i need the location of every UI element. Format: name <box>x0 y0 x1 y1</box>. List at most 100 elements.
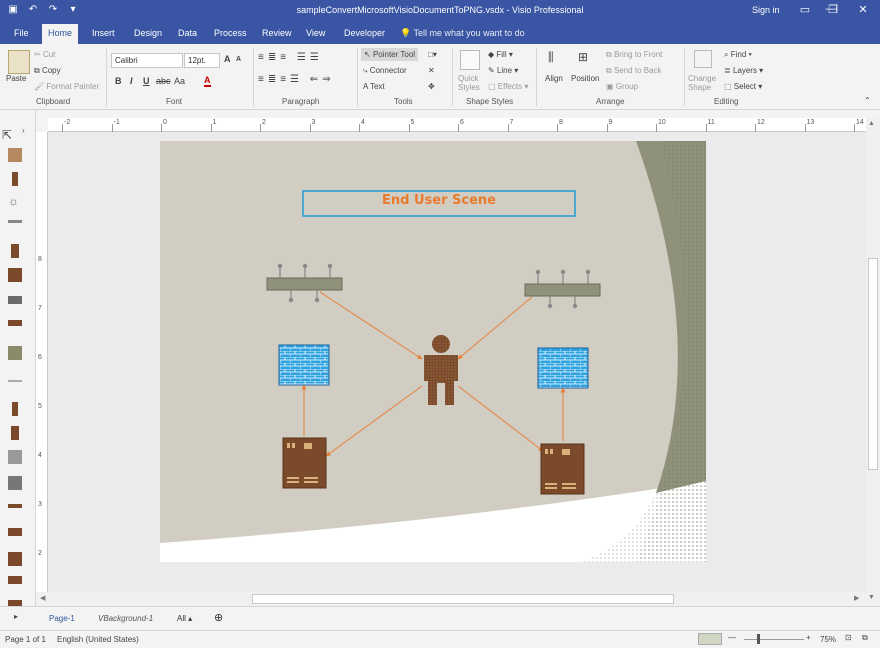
vertical-scrollbar[interactable]: ▲ ▼ <box>866 118 880 606</box>
page-number-status[interactable]: Page 1 of 1 <box>5 635 46 644</box>
grow-font-button[interactable]: A <box>224 54 231 64</box>
zoom-slider-thumb[interactable] <box>757 634 760 644</box>
collapse-ribbon-icon[interactable]: ⌃ <box>864 96 871 105</box>
page-nav-icon[interactable]: ▸ <box>14 612 18 621</box>
stencil-shape-icon[interactable] <box>8 148 22 162</box>
vertical-align-icons[interactable]: ≡≣≡ ☰☰ <box>258 52 323 63</box>
layers-button[interactable]: ≣ Layers ▾ <box>724 66 763 75</box>
copy-button[interactable]: ⧉ Copy <box>34 66 61 76</box>
stencil-shape-icon[interactable] <box>8 220 22 223</box>
stencil-shape-icon[interactable] <box>8 552 22 566</box>
tab-design[interactable]: Design <box>128 26 168 44</box>
scroll-up-icon[interactable]: ▲ <box>868 120 875 127</box>
cut-button[interactable]: ✂ Cut <box>34 50 55 59</box>
ruler-tick-label: 13 <box>806 119 815 126</box>
align-button[interactable]: Align <box>545 74 563 83</box>
stencil-shape-icon[interactable] <box>8 528 22 536</box>
close-icon[interactable]: ✕ <box>848 3 878 16</box>
switch-windows-icon[interactable]: ⧉ <box>862 633 868 643</box>
bold-button[interactable]: B <box>115 76 122 86</box>
building-left[interactable] <box>282 437 327 489</box>
select-button[interactable]: ⬚ Select ▾ <box>724 82 762 91</box>
tab-page-1[interactable]: Page-1 <box>49 614 75 623</box>
stencil-shape-icon[interactable] <box>11 426 19 440</box>
font-family-select[interactable]: Calibri <box>111 53 183 68</box>
underline-button[interactable]: U <box>143 76 150 86</box>
stencil-shape-icon[interactable] <box>8 380 22 382</box>
quick-styles-icon[interactable] <box>460 50 480 70</box>
quick-styles-button[interactable]: Quick Styles <box>458 74 486 92</box>
fit-window-icon[interactable]: ⊡ <box>845 633 852 642</box>
language-status[interactable]: English (United States) <box>57 635 139 644</box>
horizontal-scroll-thumb[interactable] <box>252 594 674 604</box>
tab-home[interactable]: Home <box>42 24 79 44</box>
tab-developer[interactable]: Developer <box>338 26 391 44</box>
copy-label: Copy <box>41 66 61 75</box>
expand-shapes-icon[interactable]: › <box>22 126 25 135</box>
zoom-out-icon[interactable]: — <box>728 633 736 642</box>
horizontal-align-icons[interactable]: ≡≣≡☰ ⇐⇒ <box>258 74 335 85</box>
stencil-shape-icon[interactable] <box>8 268 22 282</box>
connection-point-icon[interactable]: ✥ <box>428 82 435 91</box>
text-tool-button[interactable]: A Text <box>363 82 385 91</box>
tab-view[interactable]: View <box>300 26 331 44</box>
strikethrough-button[interactable]: abc <box>156 76 171 86</box>
stencil-shape-icon[interactable] <box>8 320 22 326</box>
restore-icon[interactable]: ❐ <box>818 3 848 16</box>
line-button[interactable]: ✎ Line ▾ <box>488 66 518 75</box>
scroll-down-icon[interactable]: ▼ <box>868 594 875 601</box>
stencil-shape-icon[interactable]: ☼ <box>8 194 19 208</box>
tab-file[interactable]: File <box>8 26 35 44</box>
firewall-left[interactable] <box>278 344 330 386</box>
add-page-icon[interactable]: ⊕ <box>214 611 223 624</box>
building-right[interactable] <box>540 443 585 495</box>
position-button[interactable]: Position <box>571 74 599 83</box>
paste-button[interactable]: Paste <box>6 74 26 83</box>
zoom-in-icon[interactable]: + <box>806 633 811 642</box>
zoom-level[interactable]: 75% <box>820 635 836 644</box>
tab-data[interactable]: Data <box>172 26 203 44</box>
format-painter-button[interactable]: 🖌 Format Painter <box>34 82 99 91</box>
fill-button[interactable]: ◆ Fill ▾ <box>488 50 513 59</box>
drawing-page[interactable]: End User Scene <box>160 141 706 562</box>
group-button[interactable]: ▣ Group <box>606 82 638 91</box>
find-button[interactable]: ⌕ Find ▾ <box>724 50 752 60</box>
firewall-right[interactable] <box>537 347 589 389</box>
change-shape-button[interactable]: Change Shape <box>688 74 718 92</box>
sign-in-link[interactable]: Sign in <box>752 5 780 15</box>
change-case-button[interactable]: Aa <box>174 76 185 86</box>
all-pages-button[interactable]: All ▴ <box>177 614 192 623</box>
stencil-shape-icon[interactable] <box>8 450 22 464</box>
close-x-icon[interactable]: ✕ <box>428 66 435 75</box>
tab-review[interactable]: Review <box>256 26 298 44</box>
vertical-scroll-thumb[interactable] <box>868 258 878 470</box>
clipboard-paste-icon[interactable] <box>8 50 30 74</box>
fit-page-icon[interactable] <box>698 633 722 645</box>
stencil-shape-icon[interactable] <box>8 346 22 360</box>
stencil-shape-icon[interactable] <box>11 244 19 258</box>
tab-insert[interactable]: Insert <box>86 26 121 44</box>
stencil-shape-icon[interactable] <box>8 476 22 490</box>
effects-button[interactable]: ▢ Effects ▾ <box>488 82 528 91</box>
font-color-button[interactable]: A <box>204 76 211 87</box>
stencil-shape-icon[interactable] <box>8 576 22 584</box>
scroll-left-icon[interactable]: ◀ <box>40 594 45 602</box>
horizontal-scrollbar[interactable]: ◀ ▶ <box>36 592 866 606</box>
stencil-shape-icon[interactable] <box>8 296 22 304</box>
pointer-tool-button[interactable]: ↖ Pointer Tool <box>361 48 419 61</box>
stencil-shape-icon[interactable] <box>8 504 22 508</box>
scroll-right-icon[interactable]: ▶ <box>854 594 859 602</box>
shrink-font-button[interactable]: A <box>236 56 241 63</box>
rectangle-shape-icon[interactable]: □▾ <box>428 50 437 59</box>
stencil-shape-icon[interactable] <box>12 402 18 416</box>
zoom-slider[interactable] <box>744 639 804 640</box>
stencil-shape-icon[interactable] <box>12 172 18 186</box>
tell-me-box[interactable]: 💡 Tell me what you want to do <box>400 28 525 39</box>
bring-to-front-button[interactable]: ⧉ Bring to Front <box>606 50 662 60</box>
tab-process[interactable]: Process <box>208 26 253 44</box>
connector-button[interactable]: ⤷ Connector <box>363 66 407 76</box>
send-to-back-button[interactable]: ⧉ Send to Back <box>606 66 662 76</box>
font-size-select[interactable]: 12pt. <box>184 53 220 68</box>
tab-background-page[interactable]: VBackground-1 <box>98 614 153 623</box>
italic-button[interactable]: I <box>130 76 133 86</box>
